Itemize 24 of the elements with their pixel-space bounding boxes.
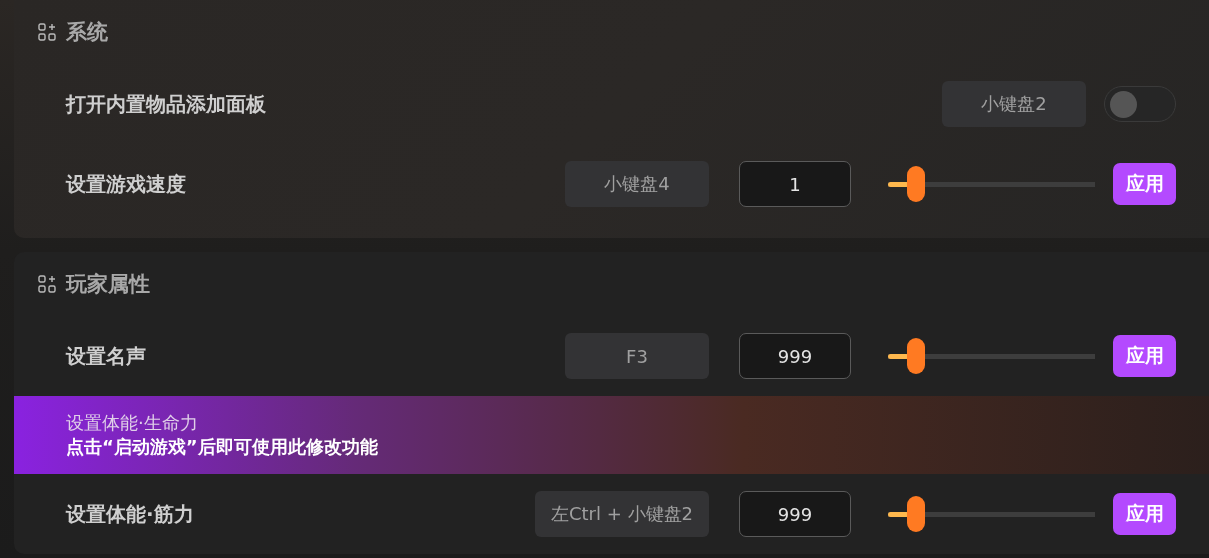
hotkey-button[interactable]: F3 <box>565 333 709 379</box>
slider-thumb[interactable] <box>906 496 925 532</box>
section-title: 玩家属性 <box>66 271 150 298</box>
hotkey-button[interactable]: 小键盘4 <box>565 161 709 207</box>
value-input[interactable]: 999 <box>739 491 851 537</box>
hotkey-button[interactable]: 小键盘2 <box>942 81 1086 127</box>
setting-label: 设置名声 <box>66 342 146 370</box>
grid-plus-icon <box>38 275 56 293</box>
slider-thumb[interactable] <box>906 166 925 202</box>
value-input[interactable]: 999 <box>739 333 851 379</box>
notice-text: 点击“启动游戏”后即可使用此修改功能 <box>66 435 378 459</box>
grid-plus-icon <box>38 23 56 41</box>
setting-label: 设置游戏速度 <box>66 170 186 198</box>
setting-label: 设置体能·生命力 <box>66 411 198 435</box>
section-title: 系统 <box>66 19 108 46</box>
slider-thumb[interactable] <box>906 338 925 374</box>
hotkey-button[interactable]: 左Ctrl + 小键盘2 <box>535 491 709 537</box>
setting-label: 设置体能·筋力 <box>66 500 194 528</box>
value-input[interactable]: 1 <box>739 161 851 207</box>
setting-label: 打开内置物品添加面板 <box>66 90 266 118</box>
toggle-switch[interactable] <box>1104 86 1176 122</box>
apply-button[interactable]: 应用 <box>1113 163 1176 205</box>
apply-button[interactable]: 应用 <box>1113 493 1176 535</box>
apply-button[interactable]: 应用 <box>1113 335 1176 377</box>
